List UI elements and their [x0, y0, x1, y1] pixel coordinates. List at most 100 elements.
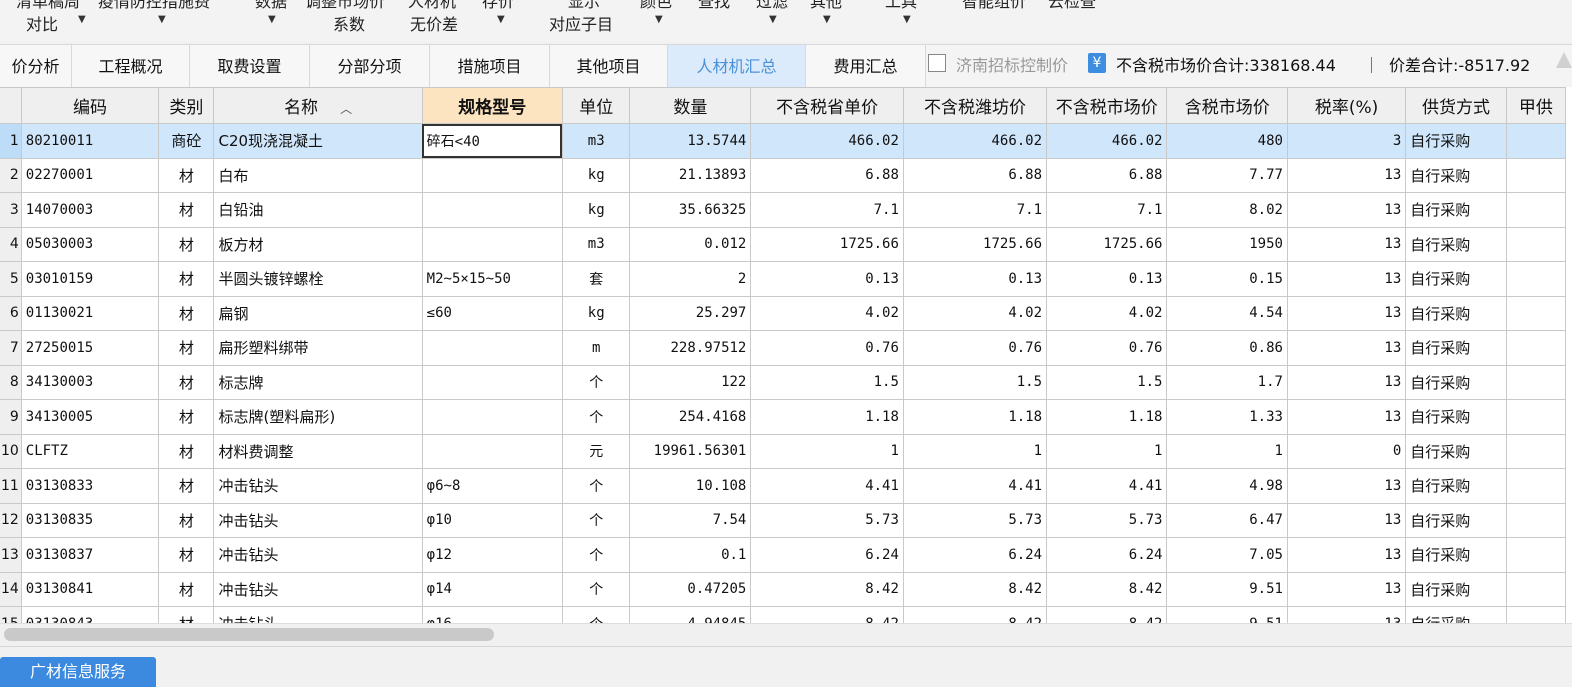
unit-cell[interactable]: m3: [561, 123, 631, 159]
unit-cell[interactable]: 个: [561, 571, 631, 607]
weifang-price-cell[interactable]: 1: [902, 433, 1048, 469]
table-row[interactable]: 4 05030003 材板方材 m3 0.012 1725.66 1725.66 1725.6…: [0, 226, 1567, 262]
type-cell[interactable]: 材: [158, 468, 215, 504]
code-cell[interactable]: 03130841: [20, 571, 160, 607]
owner-supplied-cell[interactable]: [1505, 399, 1567, 435]
market-price-tax-cell[interactable]: 480: [1166, 123, 1288, 159]
tab-other-items[interactable]: 其他项目: [550, 45, 668, 88]
tab-cost-summary[interactable]: 费用汇总: [806, 45, 926, 88]
table-row[interactable]: 13 03130837 材冲击钻头 φ12 个 0.1 6.24 6.24 6.24 7.05 13…: [0, 537, 1567, 573]
market-price-cell[interactable]: 1.5: [1046, 364, 1168, 400]
code-cell[interactable]: 05030003: [20, 226, 160, 262]
ribbon-item[interactable]: 查找: [698, 0, 730, 12]
spec-cell[interactable]: [421, 364, 563, 400]
code-cell[interactable]: 14070003: [20, 192, 160, 228]
market-price-cell[interactable]: 7.1: [1046, 192, 1168, 228]
unit-cell[interactable]: 个: [561, 537, 631, 573]
code-cell[interactable]: 34130005: [20, 399, 160, 435]
code-cell[interactable]: 01130021: [20, 295, 160, 331]
spec-cell[interactable]: [421, 330, 563, 366]
weifang-price-cell[interactable]: 4.41: [902, 468, 1048, 504]
tab-labor-material-summary[interactable]: 人材机汇总: [668, 45, 806, 88]
unit-cell[interactable]: m: [561, 330, 631, 366]
column-header-province-price[interactable]: 不含税省单价: [750, 87, 904, 124]
market-price-tax-cell[interactable]: 1: [1166, 433, 1288, 469]
name-cell[interactable]: 冲击钻头: [213, 468, 423, 504]
type-cell[interactable]: 材: [158, 192, 215, 228]
quantity-cell[interactable]: 25.297: [629, 295, 752, 331]
unit-cell[interactable]: m3: [561, 226, 631, 262]
type-cell[interactable]: 商砼: [158, 123, 215, 159]
name-cell[interactable]: 白铅油: [213, 192, 423, 228]
code-cell[interactable]: CLFTZ: [20, 433, 160, 469]
market-price-cell[interactable]: 4.41: [1046, 468, 1168, 504]
type-cell[interactable]: 材: [158, 433, 215, 469]
table-row[interactable]: 1 80210011 商砼 C20现浇混凝土 碎石<40 m3 13.5744 466.02 4…: [0, 123, 1567, 159]
weifang-price-cell[interactable]: 7.1: [902, 192, 1048, 228]
code-cell[interactable]: 03130833: [20, 468, 160, 504]
coefficient-button[interactable]: 系数: [333, 11, 365, 35]
market-price-tax-cell[interactable]: 0.86: [1166, 330, 1288, 366]
no-price-diff-dropdown[interactable]: 无价差: [410, 11, 458, 35]
market-price-tax-cell[interactable]: 4.98: [1166, 468, 1288, 504]
row-number[interactable]: 1: [0, 123, 22, 159]
owner-supplied-cell[interactable]: [1505, 330, 1567, 366]
tab-price-analysis[interactable]: 价分析: [0, 45, 72, 88]
market-price-tax-cell[interactable]: 9.51: [1166, 606, 1288, 623]
tax-rate-cell[interactable]: 13: [1286, 295, 1407, 331]
arrow-up-icon[interactable]: [1556, 52, 1572, 68]
column-header-spec[interactable]: 规格型号: [421, 87, 563, 124]
quantity-cell[interactable]: 0.47205: [629, 571, 752, 607]
owner-supplied-cell[interactable]: [1505, 226, 1567, 262]
owner-supplied-cell[interactable]: [1505, 537, 1567, 573]
ribbon-item[interactable]: 工具: [885, 0, 917, 12]
tax-rate-cell[interactable]: 0: [1286, 433, 1407, 469]
quantity-cell[interactable]: 13.5744: [629, 123, 752, 159]
tax-rate-cell[interactable]: 13: [1286, 606, 1407, 623]
market-price-tax-cell[interactable]: 6.47: [1166, 502, 1288, 538]
province-price-cell[interactable]: 1: [750, 433, 904, 469]
ribbon-item[interactable]: 颜色: [640, 0, 672, 12]
material-info-service-button[interactable]: 广材信息服务: [0, 657, 156, 687]
code-cell[interactable]: 03010159: [20, 261, 160, 297]
supply-mode-cell[interactable]: 自行采购: [1405, 226, 1507, 262]
owner-supplied-cell[interactable]: [1505, 433, 1567, 469]
owner-supplied-cell[interactable]: [1505, 364, 1567, 400]
market-price-tax-cell[interactable]: 4.54: [1166, 295, 1288, 331]
unit-cell[interactable]: 元: [561, 433, 631, 469]
type-cell[interactable]: 材: [158, 502, 215, 538]
province-price-cell[interactable]: 7.1: [750, 192, 904, 228]
scrollbar-thumb[interactable]: [4, 628, 494, 641]
owner-supplied-cell[interactable]: [1505, 295, 1567, 331]
weifang-price-cell[interactable]: 1.5: [902, 364, 1048, 400]
weifang-price-cell[interactable]: 8.42: [902, 571, 1048, 607]
market-price-cell[interactable]: 1: [1046, 433, 1168, 469]
type-cell[interactable]: 材: [158, 157, 215, 193]
unit-cell[interactable]: kg: [561, 295, 631, 331]
market-price-cell[interactable]: 6.24: [1046, 537, 1168, 573]
code-cell[interactable]: 03130835: [20, 502, 160, 538]
column-header-tax-rate[interactable]: 税率(%): [1286, 87, 1407, 124]
market-price-cell[interactable]: 1725.66: [1046, 226, 1168, 262]
market-price-tax-cell[interactable]: 7.05: [1166, 537, 1288, 573]
quantity-cell[interactable]: 0.012: [629, 226, 752, 262]
ribbon-item[interactable]: 数据: [255, 0, 287, 12]
market-price-cell[interactable]: 6.88: [1046, 157, 1168, 193]
row-number[interactable]: 8: [0, 364, 22, 400]
quantity-cell[interactable]: 10.108: [629, 468, 752, 504]
table-row[interactable]: 10 CLFTZ 材材料费调整元 19961.56301 1 1 1 1 0 自行采购: [0, 433, 1567, 469]
supply-mode-cell[interactable]: 自行采购: [1405, 364, 1507, 400]
column-header-supply-mode[interactable]: 供货方式: [1405, 87, 1507, 124]
unit-cell[interactable]: 个: [561, 502, 631, 538]
weifang-price-cell[interactable]: 1.18: [902, 399, 1048, 435]
tax-rate-cell[interactable]: 13: [1286, 157, 1407, 193]
supply-mode-cell[interactable]: 自行采购: [1405, 295, 1507, 331]
spec-cell[interactable]: φ10: [421, 502, 563, 538]
quantity-cell[interactable]: 2: [629, 261, 752, 297]
province-price-cell[interactable]: 4.41: [750, 468, 904, 504]
market-price-tax-cell[interactable]: 1.7: [1166, 364, 1288, 400]
tax-rate-cell[interactable]: 13: [1286, 502, 1407, 538]
row-number[interactable]: 5: [0, 261, 22, 297]
name-cell[interactable]: 冲击钻头: [213, 571, 423, 607]
owner-supplied-cell[interactable]: [1505, 606, 1567, 623]
